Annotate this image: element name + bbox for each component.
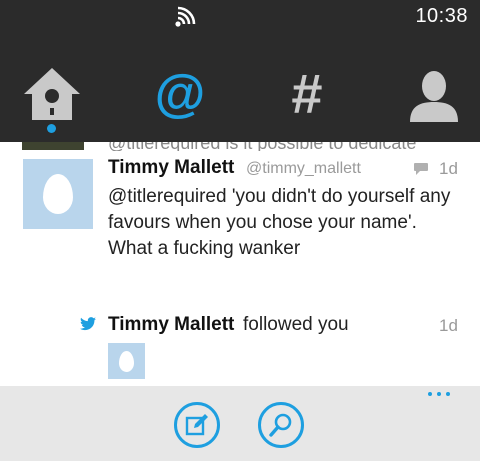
wifi-signal-icon <box>175 6 196 27</box>
tweet-author-name: Timmy Mallett <box>108 157 235 178</box>
egg-avatar-icon <box>43 174 73 214</box>
clipped-avatar <box>22 142 84 150</box>
birdhouse-icon <box>24 68 80 120</box>
reply-bubble-icon <box>414 163 428 175</box>
tab-home[interactable] <box>22 64 82 124</box>
tweet-text: @titlerequired 'you didn't do yourself a… <box>108 186 451 259</box>
avatar[interactable] <box>23 159 93 229</box>
search-icon <box>269 413 292 437</box>
person-icon <box>410 71 458 122</box>
tweet-timestamp: 1d <box>439 159 458 178</box>
compose-icon <box>185 414 208 436</box>
tab-bar: @ # <box>0 42 480 142</box>
follow-timestamp: 1d <box>439 316 458 335</box>
clock: 10:38 <box>415 5 468 27</box>
egg-avatar-icon <box>119 350 134 372</box>
tweet-item[interactable]: Timmy Mallett @timmy_mallett 1d @titlere… <box>0 151 480 271</box>
app-bar <box>0 386 480 461</box>
twitter-bird-icon <box>80 317 96 331</box>
follower-name: Timmy Mallett <box>108 314 235 335</box>
status-bar: 10:38 <box>0 0 480 42</box>
ellipsis-dot <box>428 392 432 396</box>
follower-avatar[interactable] <box>108 343 145 379</box>
tab-discover[interactable]: # <box>277 64 337 124</box>
compose-button[interactable] <box>174 402 220 448</box>
clipped-tweet[interactable]: @titlerequired is it possible to dedicat… <box>0 142 480 151</box>
tab-profile[interactable] <box>404 64 464 124</box>
hash-icon: # <box>291 62 323 125</box>
ellipsis-dot <box>437 392 441 396</box>
search-button[interactable] <box>258 402 304 448</box>
ellipsis-dot <box>446 392 450 396</box>
at-icon: @ <box>154 65 206 123</box>
active-tab-indicator <box>47 124 56 133</box>
tab-mentions[interactable]: @ <box>150 64 210 124</box>
tweet-author-handle: @timmy_mallett <box>246 160 361 177</box>
follow-action-text: followed you <box>243 314 349 335</box>
ellipsis-icon[interactable] <box>428 392 450 396</box>
clipped-tweet-text: @titlerequired is it possible to dedicat… <box>108 142 416 151</box>
follow-notification[interactable]: Timmy Mallett followed you 1d <box>0 308 480 384</box>
